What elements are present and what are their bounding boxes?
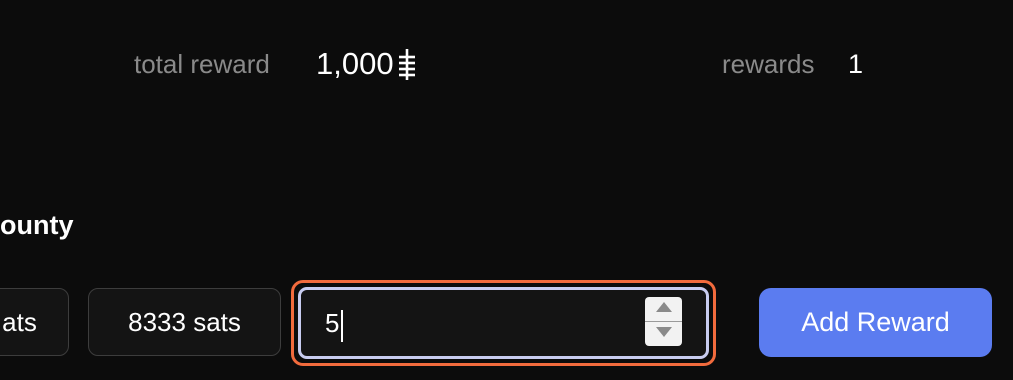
stepper-decrement-button[interactable]: [645, 321, 682, 346]
bounty-panel: total reward 1,000 rewards 1 ounty ats 8…: [0, 0, 1013, 380]
add-reward-button[interactable]: Add Reward: [759, 288, 992, 357]
total-reward-label: total reward: [134, 49, 270, 79]
total-reward-value: 1,000: [316, 44, 418, 94]
rewards-count-value: 1: [848, 49, 864, 79]
stepper-increment-button[interactable]: [645, 297, 682, 321]
reward-option-label: 8333 sats: [128, 306, 241, 337]
add-reward-label: Add Reward: [801, 307, 950, 337]
text-cursor: [341, 310, 343, 342]
reward-option-button[interactable]: 8333 sats: [88, 288, 281, 356]
triangle-up-icon: [655, 300, 673, 318]
sats-symbol-icon: [396, 44, 418, 94]
rewards-count-label: rewards: [722, 49, 815, 79]
reward-option-label: ats: [2, 306, 37, 337]
bounty-section-title: ounty: [0, 210, 74, 240]
reward-option-button[interactable]: ats: [0, 288, 69, 356]
total-reward-amount: 1,000: [316, 46, 394, 81]
amount-stepper[interactable]: [645, 297, 682, 346]
amount-input[interactable]: [325, 307, 645, 339]
triangle-down-icon: [655, 325, 673, 343]
